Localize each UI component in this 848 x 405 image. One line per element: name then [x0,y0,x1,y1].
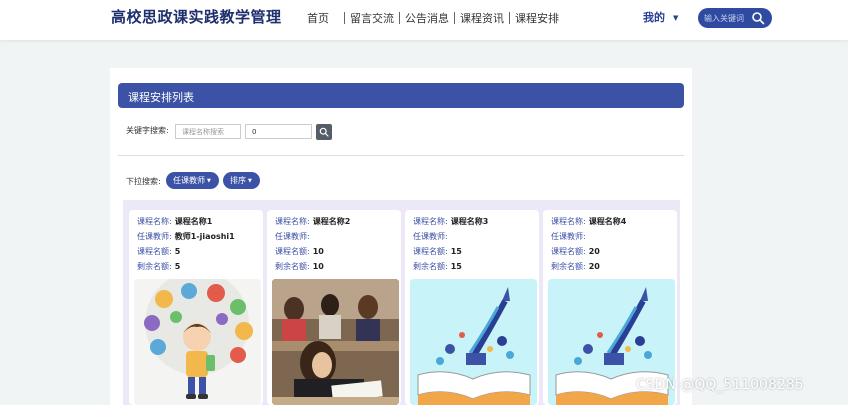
user-menu-label: 我的 [643,11,665,24]
user-menu[interactable]: 我的 ▼ [643,9,678,25]
quota-value: 10 [312,247,324,256]
sort-label: 排序 [230,176,246,185]
teacher-label: 任课教师: [551,232,586,241]
quota-value: 5 [174,247,181,256]
teacher-label: 任课教师: [137,232,172,241]
quota-value: 20 [588,247,600,256]
remaining-row: 剩余名额: 20 [551,261,600,272]
main-nav: 首页 留言交流 公告消息 课程资讯 课程安排 [305,10,563,26]
teacher-row: 任课教师: [275,231,313,242]
quota-label: 课程名额: [137,247,172,256]
course-card[interactable]: 课程名称: 课程名称2 任课教师: 课程名额: 10 剩余名额: 10 [267,210,401,405]
course-name-search-input[interactable] [175,124,241,139]
search-icon [319,127,329,137]
students-exam-classroom-photo [272,279,399,405]
book-rocket-win-illustration [410,279,537,405]
number-field[interactable] [245,124,312,139]
header-search-input[interactable] [704,12,750,24]
teacher-filter-label: 任课教师 [173,176,205,185]
page-title: 课程安排列表 [118,83,684,108]
quota-row: 课程名额: 20 [551,246,600,257]
teacher-row: 任课教师: [551,231,589,242]
search-button[interactable] [316,124,332,140]
quota-label: 课程名额: [551,247,586,256]
course-name-row: 课程名称: 课程名称1 [137,216,212,227]
course-card[interactable]: 课程名称: 课程名称1 任课教师: 教师1-jiaoshi1 课程名额: 5 剩余名额… [129,210,263,405]
cartoon-boy-education-icons [144,279,253,399]
course-image[interactable] [272,279,399,405]
nav-course-schedule[interactable]: 课程安排 [511,10,563,26]
teacher-label: 任课教师: [413,232,448,241]
nav-divider [454,12,455,24]
remaining-value: 15 [450,262,462,271]
course-image[interactable] [410,279,537,405]
remaining-value: 5 [174,262,181,271]
quota-row: 课程名额: 15 [413,246,462,257]
course-name-row: 课程名称: 课程名称2 [275,216,350,227]
keyword-search-label: 关键字搜索: [126,126,169,135]
site-logo[interactable]: 高校思政课实践教学管理 [111,6,282,27]
course-name-row: 课程名称: 课程名称4 [551,216,626,227]
remaining-value: 10 [312,262,324,271]
nav-divider [509,12,510,24]
caret-down-icon: ▼ [248,177,252,184]
course-image[interactable] [134,279,261,405]
quota-row: 课程名额: 5 [137,246,180,257]
course-name-value: 课程名称4 [588,217,627,226]
sort-dropdown[interactable]: 排序 ▼ [223,172,260,189]
quota-value: 15 [450,247,462,256]
course-schedule-panel: 课程安排列表 关键字搜索: 下拉搜索: 任课教师▼ 排序▼ 课程名称:课程名称1… [110,68,692,405]
course-name-value: 课程名称3 [450,217,489,226]
course-name-value: 课程名称2 [312,217,351,226]
course-name-label: 课程名称: [413,217,448,226]
quota-row: 课程名额: 10 [275,246,324,257]
remaining-row: 剩余名额: 5 [137,261,180,272]
remaining-label: 剩余名额: [413,262,448,271]
course-card[interactable]: 课程名称: 课程名称3 任课教师: 课程名额: 15 剩余名额: 15 [405,210,539,405]
nav-divider [344,12,345,24]
caret-down-icon: ▼ [207,177,211,184]
nav-divider [399,12,400,24]
course-name-label: 课程名称: [275,217,310,226]
remaining-label: 剩余名额: [551,262,586,271]
teacher-value: 教师1-jiaoshi1 [174,232,235,241]
remaining-label: 剩余名额: [137,262,172,271]
teacher-label: 任课教师: [275,232,310,241]
course-card[interactable]: 课程名称: 课程名称4 任课教师: 课程名额: 20 剩余名额: 20 [543,210,677,405]
nav-announcements[interactable]: 公告消息 [401,10,453,26]
watermark: CSDN @QQ_511008285 [636,377,804,393]
teacher-filter-dropdown[interactable]: 任课教师 ▼ [166,172,219,189]
course-name-label: 课程名称: [137,217,172,226]
quota-label: 课程名额: [275,247,310,256]
course-name-value: 课程名称1 [174,217,213,226]
dropdown-search-label: 下拉搜索: [126,177,161,186]
remaining-row: 剩余名额: 15 [413,261,462,272]
remaining-label: 剩余名额: [275,262,310,271]
quota-label: 课程名额: [413,247,448,256]
top-navbar: 高校思政课实践教学管理 首页 留言交流 公告消息 课程资讯 课程安排 我的 ▼ [0,0,848,40]
divider [118,155,684,156]
course-name-label: 课程名称: [551,217,586,226]
nav-messages[interactable]: 留言交流 [346,10,398,26]
course-name-row: 课程名称: 课程名称3 [413,216,488,227]
teacher-row: 任课教师: [413,231,451,242]
nav-course-news[interactable]: 课程资讯 [456,10,508,26]
teacher-row: 任课教师: 教师1-jiaoshi1 [137,231,235,242]
remaining-value: 20 [588,262,600,271]
nav-home[interactable]: 首页 [305,10,343,26]
search-icon[interactable] [751,11,765,25]
chevron-down-icon: ▼ [673,14,679,22]
header-search [698,8,772,28]
remaining-row: 剩余名额: 10 [275,261,324,272]
